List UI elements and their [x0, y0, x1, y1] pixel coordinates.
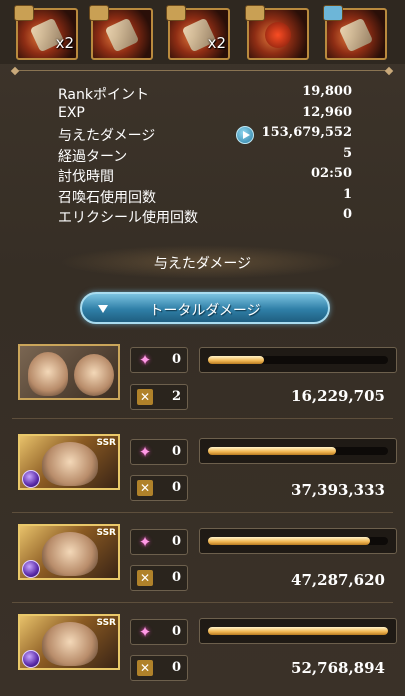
ougi-count: 0 [171, 352, 181, 367]
stat-label: 与えたダメージ [58, 128, 156, 144]
stat-value: 1 [342, 187, 352, 202]
character-row-2: SSR ✦ 0 ✕ 0 37,393,333 [0, 434, 405, 514]
loot-item-4[interactable] [245, 5, 309, 60]
chain-count-box: ✕ 2 [130, 384, 188, 410]
chain-count-box: ✕ 0 [130, 655, 188, 681]
stat-value: 19,800 [302, 84, 352, 99]
loot-item-3[interactable]: x2 [166, 5, 230, 60]
loot-item-1[interactable]: x2 [14, 5, 78, 60]
red-crystal-icon [265, 22, 291, 48]
chest-icon [166, 5, 186, 21]
damage-bar-fill [208, 537, 370, 545]
ougi-count: 0 [171, 534, 181, 549]
stat-turns: 経過ターン 5 [58, 146, 358, 167]
stat-value: 02:50 [311, 166, 352, 181]
stat-value: 153,679,552 [261, 125, 352, 140]
damage-share-bar [199, 528, 397, 554]
stat-value: 0 [342, 207, 352, 222]
stat-label: エリクシール使用回数 [58, 210, 198, 226]
blue-chest-icon [323, 5, 343, 21]
chain-count-box: ✕ 0 [130, 565, 188, 591]
loot-item-5[interactable] [323, 5, 387, 60]
damage-value: 52,768,894 [291, 659, 385, 677]
crossed-swords-icon: ✕ [137, 660, 153, 676]
damage-bar-fill [208, 447, 336, 455]
key-item-icon [338, 17, 374, 53]
stat-damage: 与えたダメージ 153,679,552 [58, 125, 358, 146]
crossed-swords-icon: ✕ [137, 389, 153, 405]
stat-label: 討伐時間 [58, 169, 114, 185]
character-row-3: SSR ✦ 0 ✕ 0 47,287,620 [0, 524, 405, 604]
loot-qty: x2 [207, 34, 226, 52]
character-portrait[interactable]: SSR [18, 434, 120, 490]
sparkle-icon: ✦ [138, 351, 152, 369]
chain-count: 0 [171, 570, 181, 585]
stat-exp: EXP 12,960 [58, 105, 358, 126]
ougi-count: 0 [171, 444, 181, 459]
total-damage-label: トータルダメージ [149, 303, 261, 319]
sparkle-icon: ✦ [138, 533, 152, 551]
stat-time: 討伐時間 02:50 [58, 166, 358, 187]
ougi-count-box: ✦ 0 [130, 439, 188, 465]
sparkle-icon: ✦ [138, 443, 152, 461]
chain-count: 0 [171, 480, 181, 495]
damage-value: 47,287,620 [291, 571, 385, 589]
stat-rank-points: Rankポイント 19,800 [58, 84, 358, 105]
chain-count: 2 [171, 389, 181, 404]
stat-value: 12,960 [302, 105, 352, 120]
ougi-count: 0 [171, 624, 181, 639]
crossed-swords-icon: ✕ [137, 570, 153, 586]
character-row-4: SSR ✦ 0 ✕ 0 52,768,894 [0, 614, 405, 694]
damage-share-bar [199, 347, 397, 373]
ougi-count-box: ✦ 0 [130, 347, 188, 373]
rarity-badge: SSR [96, 618, 117, 628]
loot-item-2[interactable] [89, 5, 153, 60]
stat-summon-uses: 召喚石使用回数 1 [58, 187, 358, 208]
damage-value: 37,393,333 [291, 481, 385, 499]
rarity-badge: SSR [96, 438, 117, 448]
damage-bar-fill [208, 356, 264, 364]
chain-count: 0 [171, 660, 181, 675]
stat-label: EXP [58, 105, 85, 121]
stat-label: 経過ターン [58, 149, 128, 165]
stat-value: 5 [342, 146, 352, 161]
character-row-1: ✦ 0 ✕ 2 16,229,705 [0, 344, 405, 424]
damage-value: 16,229,705 [291, 387, 385, 405]
crossed-swords-icon: ✕ [137, 480, 153, 496]
stat-label: 召喚石使用回数 [58, 190, 156, 206]
dark-element-icon [22, 560, 40, 578]
damage-bar-fill [208, 627, 388, 635]
stat-label: Rankポイント [58, 87, 149, 103]
damage-share-bar [199, 618, 397, 644]
stat-elixir-uses: エリクシール使用回数 0 [58, 207, 358, 228]
rarity-badge: SSR [96, 528, 117, 538]
battle-result-screen: x2 x2 Rankポイント 19,800 EXP 12,960 与えたダメージ… [0, 0, 405, 696]
sparkle-icon: ✦ [138, 623, 152, 641]
character-portrait[interactable]: SSR [18, 614, 120, 670]
ougi-count-box: ✦ 0 [130, 529, 188, 555]
character-portrait[interactable] [18, 344, 120, 400]
section-title: 与えたダメージ [153, 256, 252, 272]
character-portrait[interactable]: SSR [18, 524, 120, 580]
loot-strip: x2 x2 [0, 0, 405, 64]
dark-element-icon [22, 470, 40, 488]
ornament-divider [10, 66, 394, 76]
ougi-count-box: ✦ 0 [130, 619, 188, 645]
chest-icon [245, 5, 265, 21]
dark-element-icon [22, 650, 40, 668]
play-icon[interactable] [236, 126, 254, 144]
chest-icon [89, 5, 109, 21]
chest-icon [14, 5, 34, 21]
loot-qty: x2 [55, 34, 74, 52]
chain-count-box: ✕ 0 [130, 475, 188, 501]
ore-item-icon [104, 17, 140, 53]
damage-share-bar [199, 438, 397, 464]
total-damage-button[interactable]: トータルダメージ [80, 292, 330, 324]
